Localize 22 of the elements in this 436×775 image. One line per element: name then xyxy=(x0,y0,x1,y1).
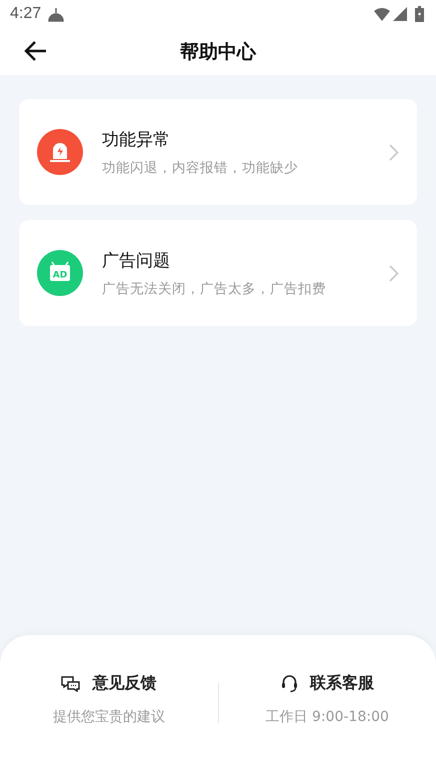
help-topic-card[interactable]: AD 广告问题 广告无法关闭，广告太多，广告扣费 xyxy=(19,220,417,326)
contact-option-button[interactable]: 意见反馈 xyxy=(92,673,156,694)
contact-option-description: 提供您宝贵的建议 xyxy=(52,708,165,726)
contact-option-description: 工作日 9:00-18:00 xyxy=(266,708,389,726)
page-title: 帮助中心 xyxy=(180,40,256,64)
warning-light-icon xyxy=(37,129,83,175)
chevron-right-icon xyxy=(389,264,399,282)
topic-title: 功能异常 xyxy=(102,128,171,150)
status-time: 4:27 xyxy=(10,5,42,23)
battery-icon xyxy=(415,6,424,22)
help-topic-card[interactable]: 功能异常 功能闪退，内容报错，功能缺少 xyxy=(19,99,417,205)
contact-option-button[interactable]: 联系客服 xyxy=(310,673,374,694)
signal-icon xyxy=(393,7,407,21)
topic-title: 广告问题 xyxy=(102,250,171,272)
chevron-right-icon xyxy=(389,144,399,160)
back-arrow-icon xyxy=(24,40,48,62)
topic-description: 广告无法关闭，广告太多，广告扣费 xyxy=(102,280,327,298)
ad-label: AD xyxy=(52,270,68,280)
wifi-icon xyxy=(374,8,390,20)
chat-bubbles-icon xyxy=(61,676,80,692)
headset-icon xyxy=(280,674,298,693)
topic-description: 功能闪退，内容报错，功能缺少 xyxy=(102,158,299,176)
